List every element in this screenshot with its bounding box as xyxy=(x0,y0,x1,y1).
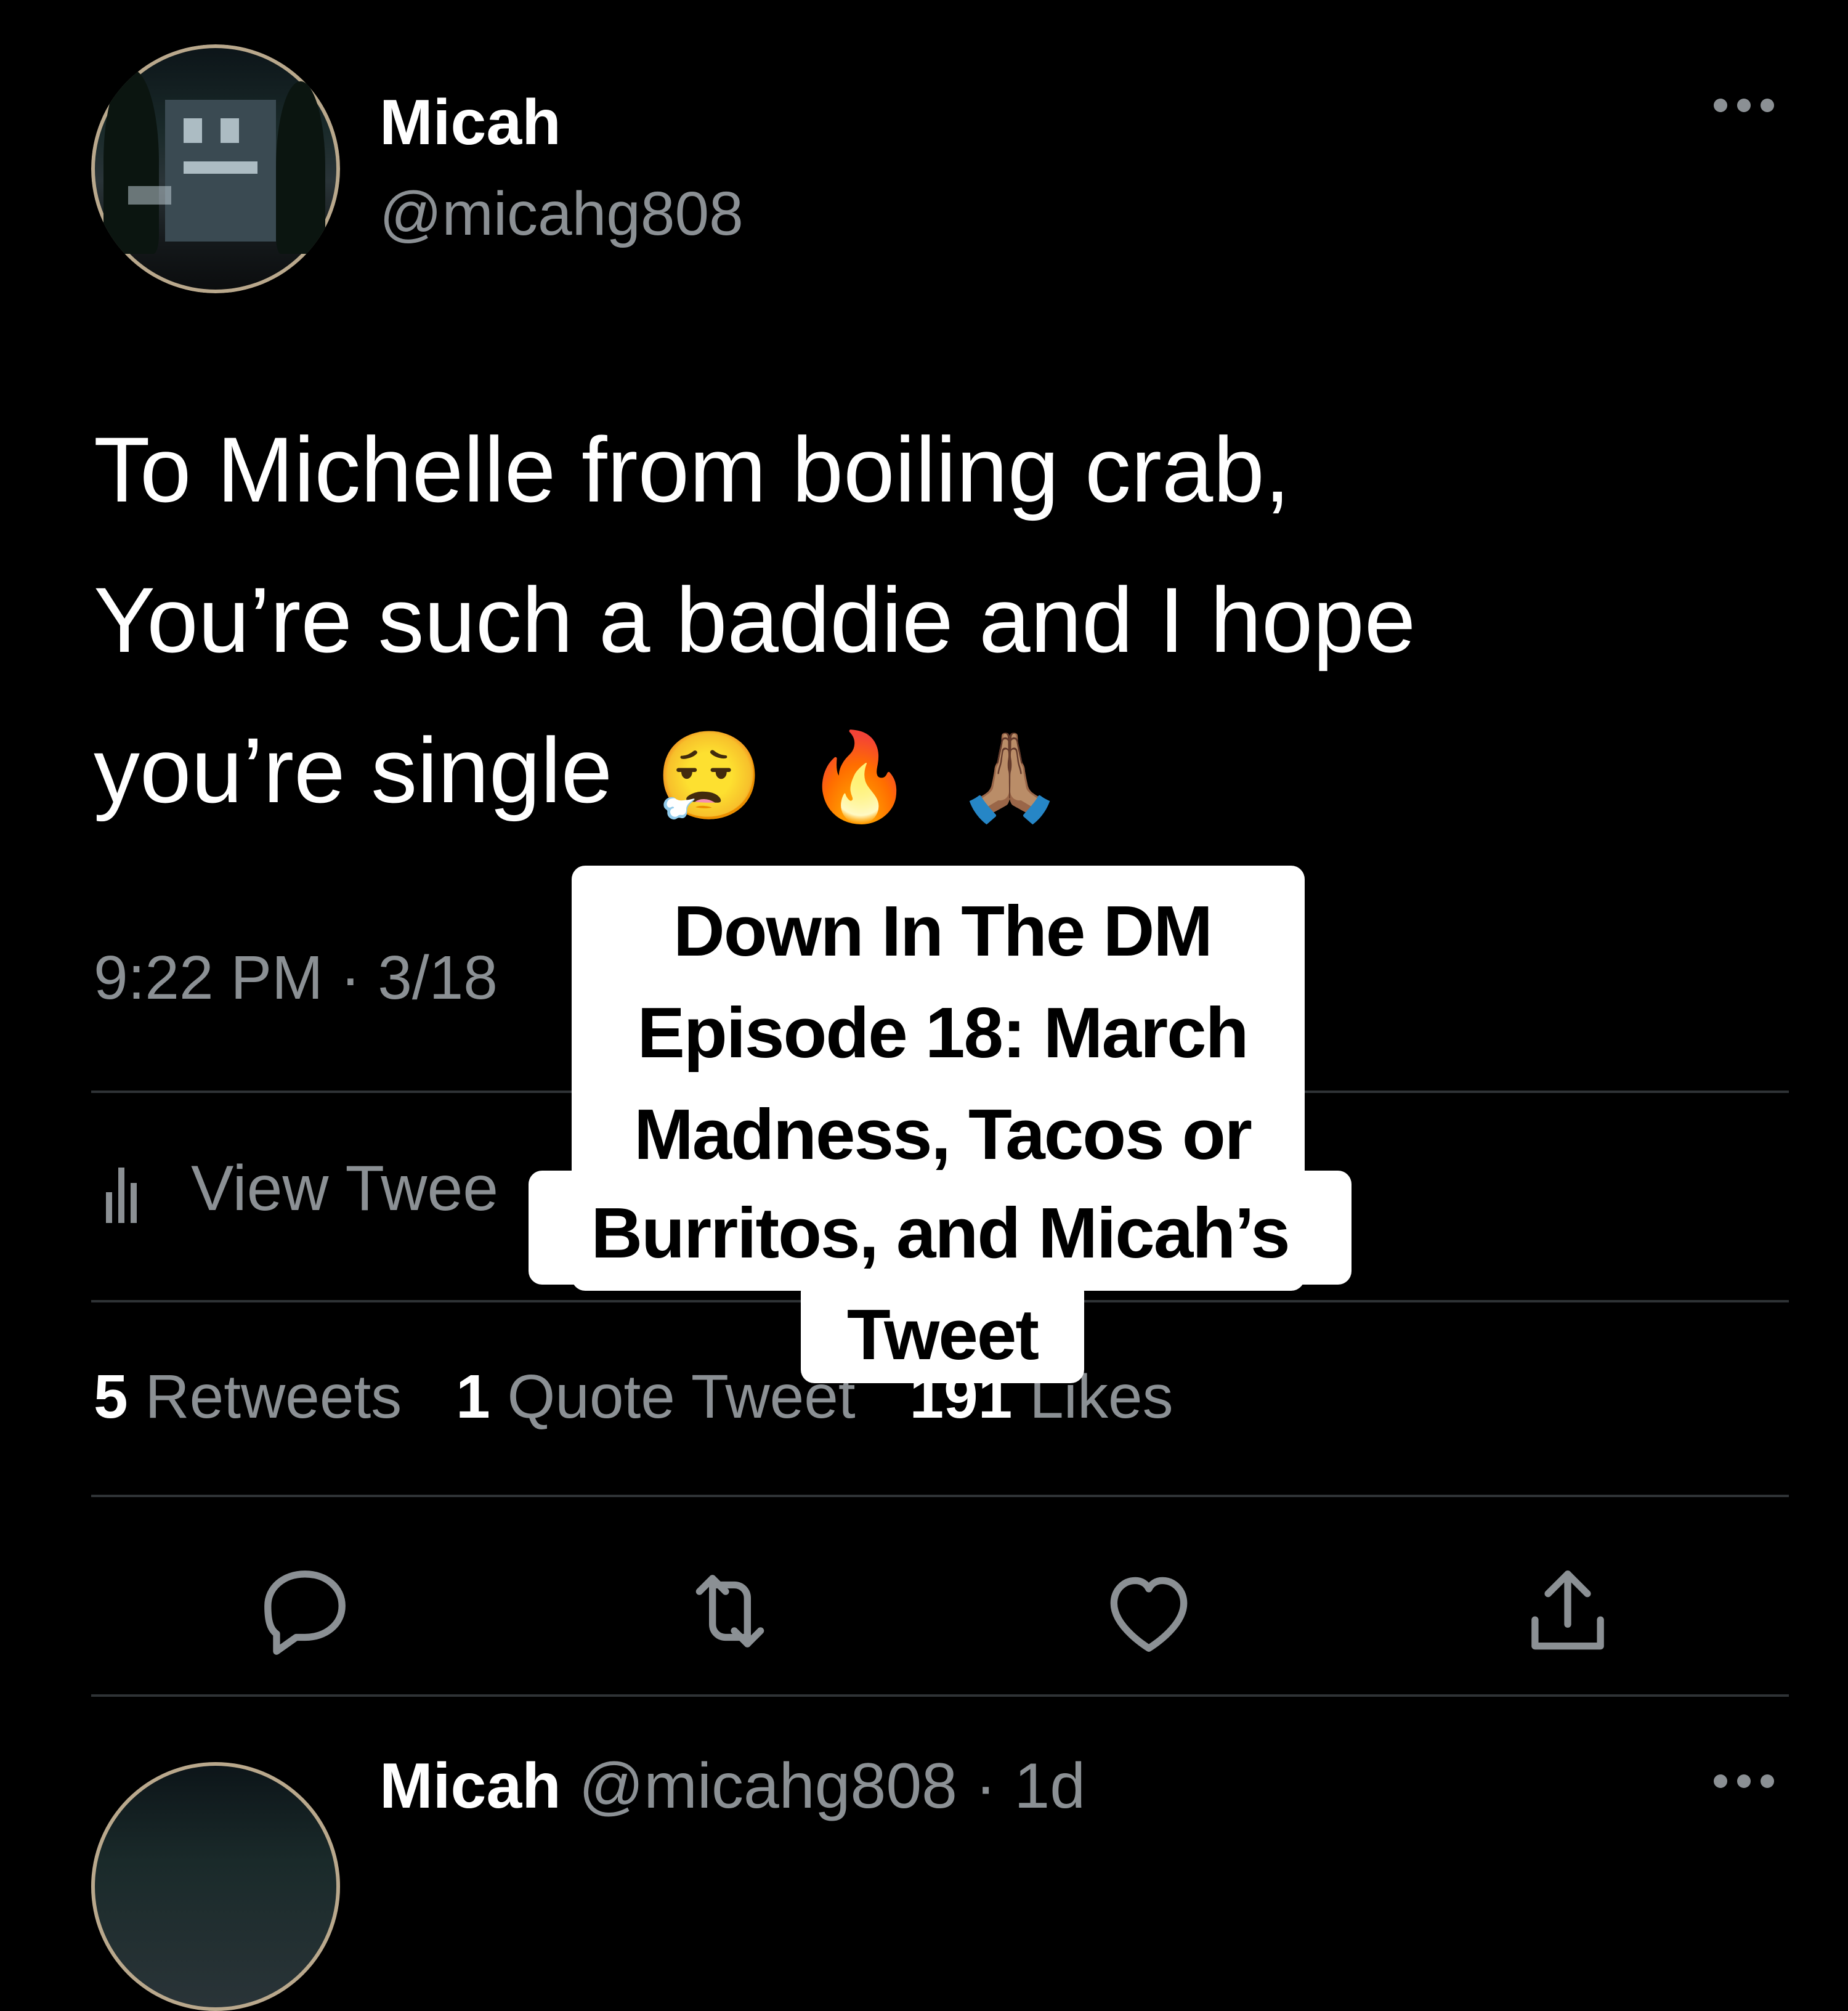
caption-line: Burritos, and Micah’s xyxy=(591,1193,1290,1273)
divider xyxy=(91,1495,1789,1497)
view-tweet-activity-label: View Twee xyxy=(191,1153,499,1224)
reply-author-name[interactable]: Micah xyxy=(379,1750,561,1822)
tweet-text-line: To Michelle from boiling crab, xyxy=(94,418,1291,521)
retweets-count[interactable]: 5 Retweets xyxy=(94,1362,402,1431)
exhaling-face-emoji: 😮‍💨 xyxy=(655,727,763,828)
share-button[interactable] xyxy=(1515,1559,1620,1664)
reply-more-options-icon[interactable] xyxy=(1714,1774,1774,1788)
more-options-icon[interactable] xyxy=(1714,99,1774,112)
quote-tweets-count[interactable]: 1 Quote Tweet xyxy=(456,1362,856,1431)
analytics-icon xyxy=(106,1167,137,1223)
tweet-text-line: you’re single xyxy=(94,718,613,822)
like-button[interactable] xyxy=(1096,1559,1201,1664)
reply-author-handle[interactable]: @micahg808 xyxy=(579,1750,957,1822)
retweet-icon xyxy=(695,1575,764,1647)
reply-header: Micah @micahg808 · 1d xyxy=(379,1750,1085,1823)
like-icon xyxy=(1110,1577,1188,1652)
author-avatar[interactable] xyxy=(91,44,340,293)
divider xyxy=(91,1694,1789,1697)
author-handle[interactable]: @micahg808 xyxy=(379,179,744,250)
folded-hands-emoji: 🙏🏽 xyxy=(955,727,1064,828)
caption-line: Tweet xyxy=(846,1294,1039,1375)
reply-age: · 1d xyxy=(975,1750,1086,1822)
tweet-timestamp[interactable]: 9:22 PM · 3/18 xyxy=(94,943,498,1014)
caption-line: Madness, Tacos or xyxy=(634,1094,1252,1174)
share-icon xyxy=(1531,1570,1604,1650)
fire-emoji: 🔥 xyxy=(805,727,914,828)
author-name[interactable]: Micah xyxy=(379,86,561,160)
caption-line: Down In The DM xyxy=(673,891,1213,971)
reply-author-avatar[interactable] xyxy=(91,1762,340,2011)
retweet-button[interactable] xyxy=(678,1559,782,1664)
reply-button[interactable] xyxy=(253,1559,357,1664)
reply-icon xyxy=(264,1570,346,1655)
tweet-text: To Michelle from boiling crab, You’re su… xyxy=(94,394,1634,853)
tweet-text-line: You’re such a baddie and I hope xyxy=(94,568,1416,672)
view-tweet-activity[interactable]: View Twee xyxy=(105,1152,498,1225)
caption-line: Episode 18: March xyxy=(637,993,1249,1073)
